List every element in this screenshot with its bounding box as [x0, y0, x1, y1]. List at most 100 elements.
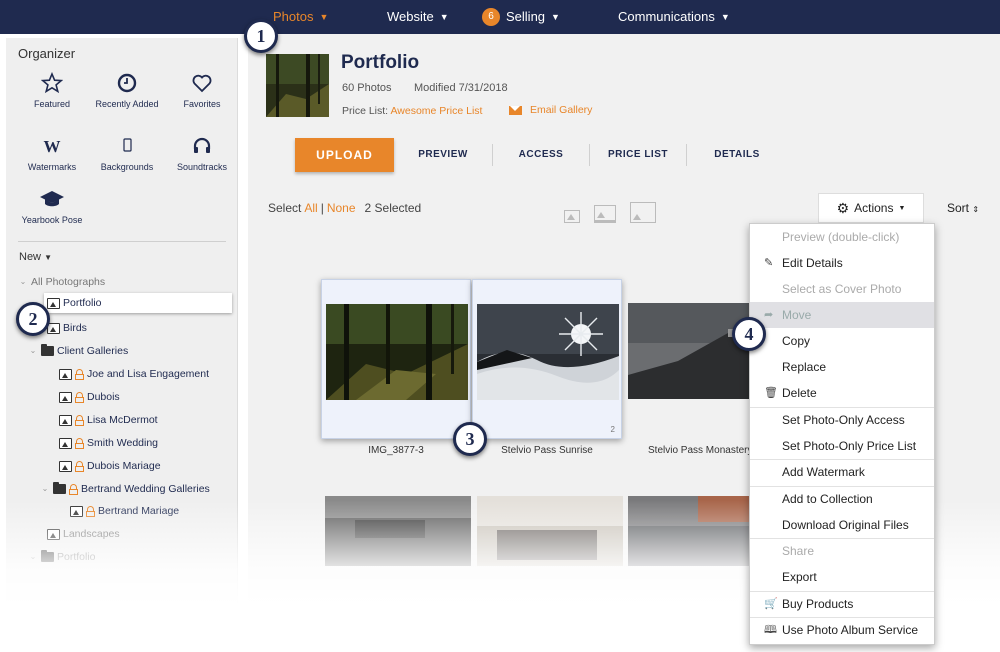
featured-label: Featured — [33, 99, 71, 109]
folder-icon — [53, 482, 66, 494]
large-thumbnails-icon[interactable] — [630, 202, 656, 223]
tree-item-smith-wedding[interactable]: Smith Wedding — [59, 433, 158, 453]
menu-add-to-collection[interactable]: Add to Collection — [750, 486, 934, 512]
menu-label: Buy Products — [782, 597, 854, 611]
step-callout-3: 3 — [453, 422, 487, 456]
folder-icon — [41, 550, 54, 562]
step-callout-1: 1 — [244, 19, 278, 53]
book-icon: 🕮 — [764, 624, 777, 636]
tree-item-bertrand-mariage[interactable]: Bertrand Mariage — [70, 501, 179, 521]
watermarks-tool[interactable]: W Watermarks — [17, 135, 87, 173]
tree-item-client-galleries[interactable]: ⌄ Client Galleries — [28, 341, 128, 361]
gallery-title: Portfolio — [341, 52, 420, 73]
nav-selling[interactable]: 6 Selling ▼ — [482, 0, 560, 34]
photo-thumbnail[interactable] — [325, 496, 471, 566]
tree-item-portfolio[interactable]: Portfolio — [44, 293, 232, 313]
menu-label: Move — [782, 308, 812, 322]
menu-buy-products[interactable]: 🛒 Buy Products — [750, 591, 934, 617]
menu-photo-album-service[interactable]: 🕮 Use Photo Album Service — [750, 617, 934, 643]
menu-label: Delete — [782, 386, 817, 400]
step-callout-4: 4 — [732, 317, 766, 351]
tab-access[interactable]: ACCESS — [493, 144, 590, 166]
yearbook-pose-tool[interactable]: Yearbook Pose — [17, 188, 87, 226]
select-all-link[interactable]: All — [304, 201, 317, 215]
menu-download-originals[interactable]: Download Original Files — [750, 512, 934, 538]
menu-share[interactable]: Share — [750, 538, 934, 564]
svg-text:W: W — [44, 137, 61, 156]
favorites-tool[interactable]: Favorites — [167, 72, 237, 110]
photo-card[interactable]: 2 — [472, 279, 622, 439]
favorites-label: Favorites — [183, 99, 221, 109]
actions-button[interactable]: ⚙ Actions ▼ — [818, 193, 924, 223]
soundtracks-tool[interactable]: Soundtracks — [167, 135, 237, 173]
sort-button[interactable]: Sort ⇕ — [947, 201, 979, 215]
nav-photos[interactable]: Photos ▼ — [273, 0, 328, 34]
top-nav: Photos ▼ Website ▼ 6 Selling ▼ Communica… — [0, 0, 1000, 34]
tab-price-list[interactable]: PRICE LIST — [590, 144, 687, 166]
envelope-icon — [509, 105, 522, 115]
nav-website[interactable]: Website ▼ — [387, 0, 449, 34]
watermarks-label: Watermarks — [27, 162, 77, 172]
email-gallery-link[interactable]: Email Gallery — [509, 104, 592, 116]
gallery-icon — [59, 391, 72, 403]
tree-item-birds[interactable]: Birds — [47, 318, 87, 338]
tree-item-joe-lisa[interactable]: Joe and Lisa Engagement — [59, 364, 209, 384]
lock-icon — [69, 483, 78, 495]
chevron-down-icon: ▼ — [439, 12, 449, 22]
backgrounds-tool[interactable]: Backgrounds — [92, 135, 162, 173]
thumbnail-size-controls — [564, 202, 656, 223]
pencil-icon: ✎ — [764, 257, 774, 269]
photo-order-number: 2 — [610, 425, 615, 434]
small-thumbnails-icon[interactable] — [564, 210, 580, 223]
featured-tool[interactable]: Featured — [17, 72, 87, 110]
price-list-link[interactable]: Awesome Price List — [390, 105, 482, 117]
tree-label: Dubois Mariage — [87, 460, 161, 472]
lock-icon — [75, 368, 84, 380]
menu-edit-details[interactable]: ✎ Edit Details — [750, 250, 934, 276]
sort-arrows-icon: ⇕ — [972, 205, 980, 214]
gallery-icon — [47, 297, 60, 309]
actions-label: Actions — [854, 201, 894, 215]
tree-label: Dubois — [87, 391, 120, 403]
menu-delete[interactable]: 🗑 Delete — [750, 380, 934, 406]
chevron-down-icon: ⌄ — [41, 484, 49, 493]
lock-icon — [75, 414, 84, 426]
photo-card[interactable] — [321, 279, 471, 439]
menu-move[interactable]: ➦ Move — [750, 302, 934, 328]
price-list-row: Price List: Awesome Price List — [342, 105, 482, 117]
tree-item-portfolio-folder[interactable]: ⌄ Portfolio — [28, 547, 96, 567]
photo-thumbnail[interactable] — [477, 496, 623, 566]
price-list-label: Price List: — [342, 105, 389, 117]
menu-add-watermark[interactable]: Add Watermark — [750, 459, 934, 485]
caret-down-icon: ▼ — [44, 253, 52, 262]
tree-item-dubois[interactable]: Dubois — [59, 387, 120, 407]
tab-preview[interactable]: PREVIEW — [394, 144, 493, 166]
photo-label: Stelvio Pass Sunrise — [501, 445, 593, 456]
medium-thumbnails-icon[interactable] — [594, 205, 616, 223]
new-button[interactable]: New ▼ — [19, 251, 52, 263]
menu-copy[interactable]: Copy — [750, 328, 934, 354]
tree-label: All Photographs — [31, 276, 106, 288]
select-none-link[interactable]: None — [327, 201, 356, 215]
chevron-down-icon: ▼ — [551, 12, 560, 22]
tab-details[interactable]: DETAILS — [687, 144, 787, 166]
tree-item-lisa-mcdermot[interactable]: Lisa McDermot — [59, 410, 158, 430]
menu-photo-only-price-list[interactable]: Set Photo-Only Price List — [750, 433, 934, 459]
tree-item-dubois-mariage[interactable]: Dubois Mariage — [59, 456, 161, 476]
menu-export[interactable]: Export — [750, 564, 934, 590]
star-icon — [41, 72, 63, 94]
tree-item-bertrand-galleries[interactable]: ⌄ Bertrand Wedding Galleries — [40, 479, 210, 499]
recently-added-tool[interactable]: Recently Added — [92, 72, 162, 110]
nav-communications[interactable]: Communications ▼ — [618, 0, 730, 34]
tree-label: Portfolio — [63, 297, 102, 309]
headphones-icon — [193, 137, 211, 153]
tree-item-landscapes[interactable]: Landscapes — [47, 524, 120, 544]
tree-item-all-photographs[interactable]: ⌄ All Photographs — [18, 272, 106, 292]
menu-select-cover[interactable]: Select as Cover Photo — [750, 276, 934, 302]
nav-photos-label: Photos — [273, 9, 314, 24]
menu-preview[interactable]: Preview (double-click) — [750, 224, 934, 250]
upload-button[interactable]: UPLOAD — [295, 138, 394, 172]
menu-replace[interactable]: Replace — [750, 354, 934, 380]
menu-photo-only-access[interactable]: Set Photo-Only Access — [750, 407, 934, 433]
organizer-sidebar: Organizer Featured Recently Added Favori… — [6, 38, 238, 652]
